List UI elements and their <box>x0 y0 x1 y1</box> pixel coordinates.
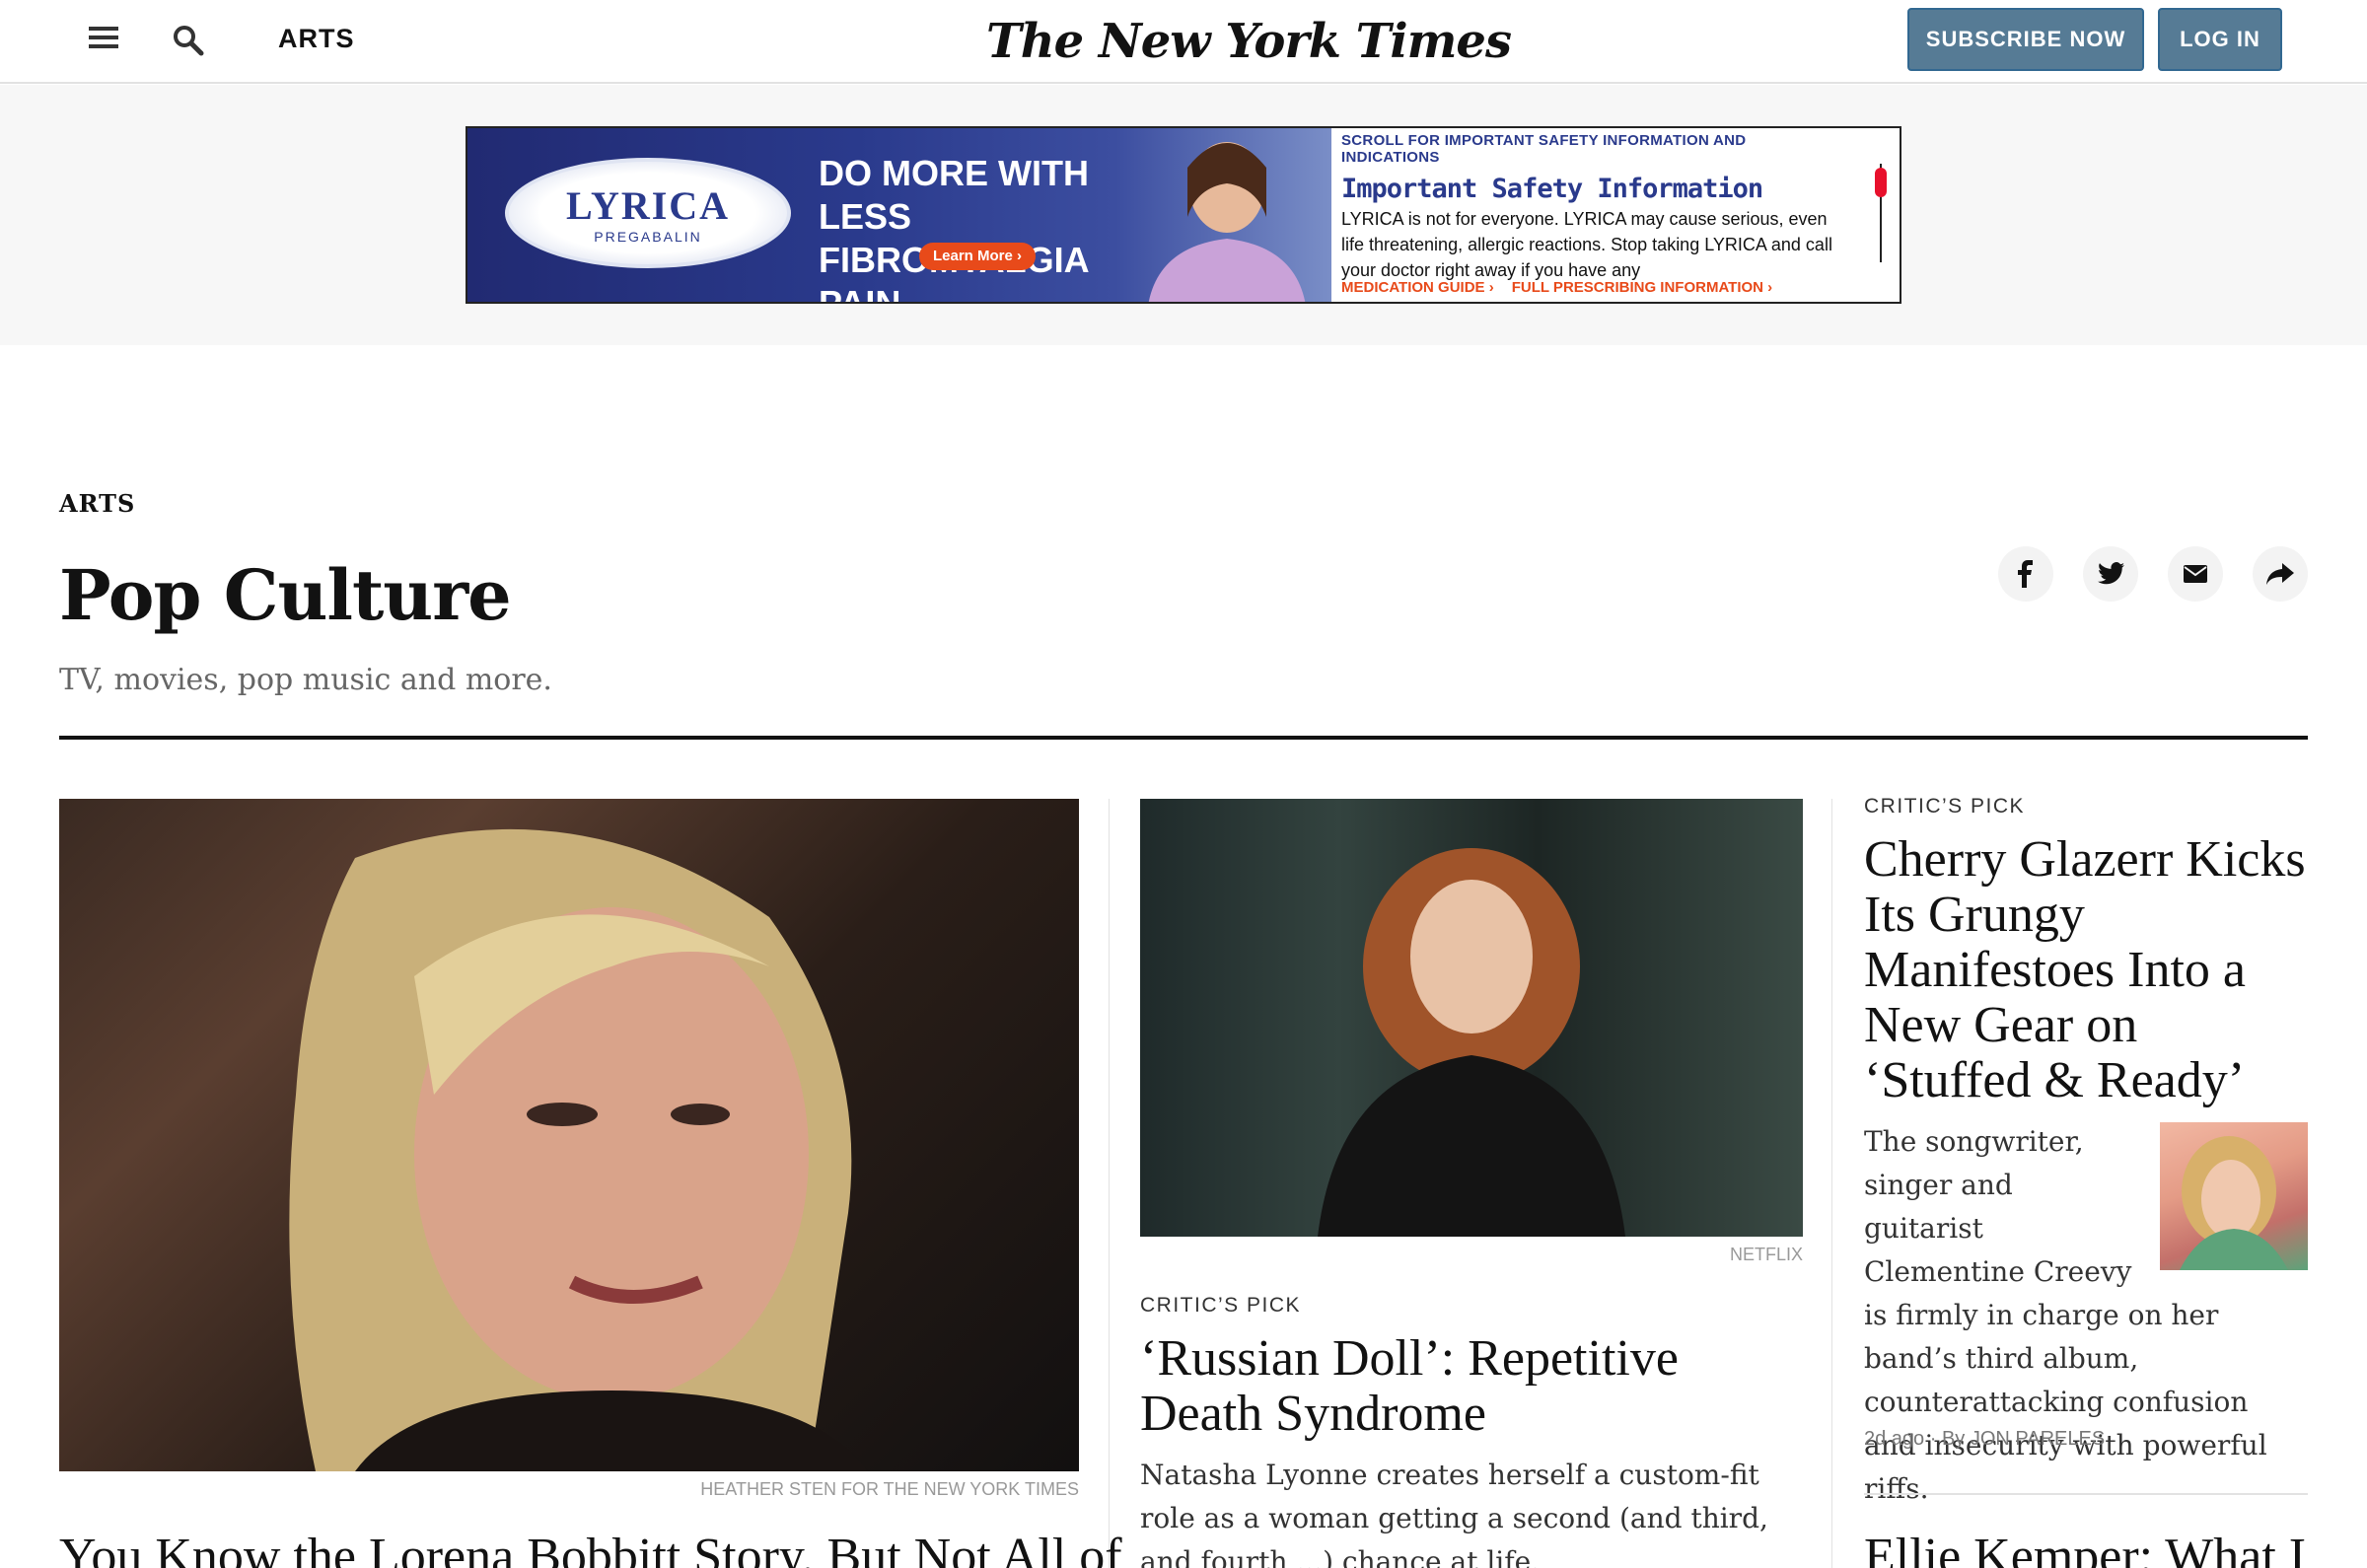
ad-safety-info: SCROLL FOR IMPORTANT SAFETY INFORMATION … <box>1331 128 1900 302</box>
middle-story-image[interactable] <box>1140 799 1803 1237</box>
thumbnail-spacer <box>2160 1122 2308 1270</box>
middle-headline[interactable]: ‘Russian Doll’: Repetitive Death Syndrom… <box>1140 1331 1803 1442</box>
ad-brand-logo: LYRICA PREGABALIN <box>505 158 791 268</box>
share-more-button[interactable] <box>2253 546 2308 602</box>
ad-isi-title: Important Safety Information <box>1341 174 1763 204</box>
ad-prescribing-info-link[interactable]: FULL PRESCRIBING INFORMATION › <box>1512 279 1772 296</box>
email-icon <box>2184 565 2207 583</box>
right-timestamp: 2d ago <box>1864 1428 1925 1450</box>
menu-icon[interactable] <box>89 27 118 52</box>
middle-photo-credit: NETFLIX <box>1729 1245 1803 1264</box>
login-button[interactable]: LOG IN <box>2158 8 2282 71</box>
twitter-icon <box>2098 562 2124 585</box>
nyt-logo[interactable]: The New York Times <box>986 10 1512 73</box>
right-critics-pick-label: CRITIC’S PICK <box>1864 795 2026 818</box>
right-author[interactable]: By JON PARELES <box>1942 1428 2105 1450</box>
facebook-icon <box>2018 560 2033 588</box>
ad-scroll-thumb[interactable] <box>1875 168 1887 197</box>
subscribe-button[interactable]: SUBSCRIBE NOW <box>1907 8 2144 71</box>
top-bar: ARTS The New York Times SUBSCRIBE NOW LO… <box>0 0 2367 84</box>
right-headline[interactable]: Cherry Glazerr Kicks Its Grungy Manifest… <box>1864 832 2308 1108</box>
middle-portrait-illustration <box>1318 848 1625 1237</box>
next-headline[interactable]: Ellie Kemper: What I <box>1864 1529 2308 1568</box>
ad-links: MEDICATION GUIDE › FULL PRESCRIBING INFO… <box>1341 279 1772 296</box>
ad-isi-text: LYRICA is not for everyone. LYRICA may c… <box>1341 209 1832 280</box>
share-facebook-button[interactable] <box>1998 546 2053 602</box>
page-title: Pop Culture <box>59 554 512 636</box>
middle-summary: Natasha Lyonne creates herself a custom-… <box>1140 1459 1768 1568</box>
column-divider <box>1109 799 1110 1568</box>
ad-brand-name: LYRICA <box>565 182 731 228</box>
ad-band: LYRICA PREGABALIN DO MORE WITH LESS FIBR… <box>0 85 2367 345</box>
ad-person-image <box>1148 142 1306 302</box>
byline-separator: · <box>1929 1428 1942 1450</box>
ad-medication-guide-link[interactable]: MEDICATION GUIDE › <box>1341 279 1494 296</box>
column-divider <box>1831 799 1832 1568</box>
right-story-rule <box>1864 1493 2308 1495</box>
share-arrow-icon <box>2266 563 2294 585</box>
lead-portrait-illustration <box>289 828 868 1471</box>
ad-learn-more-button[interactable]: Learn More › <box>919 243 1037 270</box>
ad-scroll-note: SCROLL FOR IMPORTANT SAFETY INFORMATION … <box>1341 132 1747 166</box>
lead-story-image[interactable] <box>59 799 1079 1471</box>
share-twitter-button[interactable] <box>2083 546 2138 602</box>
lead-headline[interactable]: You Know the Lorena Bobbitt Story. But N… <box>59 1529 1122 1568</box>
page-description: TV, movies, pop music and more. <box>59 663 552 697</box>
lead-photo-credit: HEATHER STEN FOR THE NEW YORK TIMES <box>700 1479 1079 1499</box>
right-summary: The songwriter, singer and guitarist Cle… <box>1864 1120 2308 1511</box>
search-icon[interactable] <box>172 24 205 57</box>
right-byline: 2d ago · By JON PARELES <box>1864 1428 2105 1451</box>
section-kicker[interactable]: ARTS <box>59 489 135 518</box>
ad-creative[interactable]: LYRICA PREGABALIN DO MORE WITH LESS FIBR… <box>467 128 1331 302</box>
section-link-arts[interactable]: ARTS <box>278 24 355 54</box>
middle-critics-pick-label: CRITIC’S PICK <box>1140 1294 1302 1317</box>
ad-brand-subtitle: PREGABALIN <box>594 228 702 245</box>
ad-banner[interactable]: LYRICA PREGABALIN DO MORE WITH LESS FIBR… <box>466 126 1901 304</box>
share-email-button[interactable] <box>2168 546 2223 602</box>
section-rule <box>59 736 2308 740</box>
